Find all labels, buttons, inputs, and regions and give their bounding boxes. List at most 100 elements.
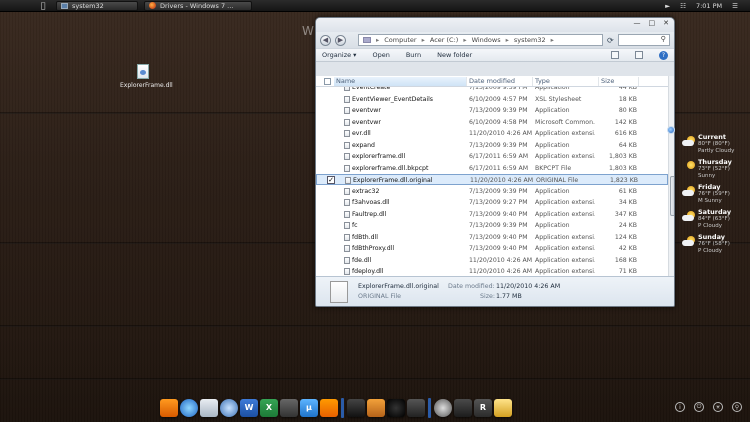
breadcrumb-drive[interactable]: Acer (C:) xyxy=(430,36,458,44)
preview-pane-icon[interactable] xyxy=(635,51,643,59)
disk-icon[interactable] xyxy=(387,399,405,417)
cell-type: XSL Stylesheet xyxy=(535,95,582,103)
table-row[interactable]: ✓ ExplorerFrame.dll.original 11/20/2010 4:… xyxy=(316,174,668,185)
maximize-icon[interactable]: □ xyxy=(649,19,656,27)
organize-button[interactable]: Organize ▾ xyxy=(322,51,356,59)
file-icon xyxy=(344,130,350,137)
explorer-window[interactable]: — □ ✕ ◀ ▶ ▸ Computer ▸ Acer (C:) ▸ Windo… xyxy=(315,17,675,307)
back-button[interactable]: ◀ xyxy=(320,34,331,46)
cell-date: 6/10/2009 4:57 PM xyxy=(469,95,528,103)
weather-day: Friday 76°F (59°F) M Sunny xyxy=(680,183,748,208)
media-icon[interactable] xyxy=(280,399,298,417)
scrollbar-thumb[interactable] xyxy=(670,176,674,216)
cell-size: 1,803 KB xyxy=(609,164,637,172)
table-row[interactable]: extrac32 7/13/2009 9:39 PM Application 61 K… xyxy=(316,186,668,197)
weather-condition: Partly Cloudy xyxy=(698,148,735,154)
partly-cloudy-icon xyxy=(682,136,696,146)
view-options-icon[interactable] xyxy=(611,51,619,59)
cell-size: 1,823 KB xyxy=(610,177,638,184)
burn-button[interactable]: Burn xyxy=(406,51,421,59)
column-size[interactable]: Size xyxy=(599,77,639,86)
breadcrumb-computer[interactable]: Computer xyxy=(384,36,416,44)
table-row[interactable]: expand 7/13/2009 9:39 PM Application 64 KB xyxy=(316,140,668,151)
forward-button[interactable]: ▶ xyxy=(335,34,346,46)
chrome-icon[interactable] xyxy=(220,399,238,417)
desktop-seam xyxy=(0,378,750,380)
table-row[interactable]: EventViewer_EventDetails 6/10/2009 4:57 P… xyxy=(316,94,668,105)
media-player-icon[interactable] xyxy=(347,399,365,417)
column-type[interactable]: Type xyxy=(533,77,599,86)
column-name[interactable]: Name xyxy=(334,77,467,86)
table-row[interactable]: explorerframe.dll.bkpcpt 6/17/2011 6:59 A… xyxy=(316,163,668,174)
power-icon[interactable]: ⏻ xyxy=(694,402,704,412)
cell-size: 124 KB xyxy=(614,233,637,241)
breadcrumb-system32[interactable]: system32 xyxy=(514,36,546,44)
brightness-icon[interactable]: ☀ xyxy=(713,402,723,412)
minimize-icon[interactable]: — xyxy=(634,19,641,27)
table-row[interactable]: fc 7/13/2009 9:39 PM Application 24 KB xyxy=(316,220,668,231)
taskbar-item-system32[interactable]: system32 xyxy=(56,0,138,11)
cell-size: 64 KB xyxy=(618,141,637,149)
menu-icon[interactable]: ☰ xyxy=(732,2,738,10)
start-orb-icon[interactable]:  xyxy=(36,1,50,10)
search-icon[interactable]: ⚲ xyxy=(732,402,742,412)
weather-gadget[interactable]: Current 80°F (80°F) Partly Cloudy Thursday 7… xyxy=(680,133,748,258)
table-row[interactable]: evr.dll 11/20/2010 4:26 AM Application ext… xyxy=(316,128,668,139)
table-row[interactable]: fdBth.dll 7/13/2009 9:40 PM Application ex… xyxy=(316,232,668,243)
rocketdock-icon[interactable]: R xyxy=(474,399,492,417)
new-folder-button[interactable]: New folder xyxy=(437,51,472,59)
select-all-checkbox[interactable] xyxy=(324,78,331,85)
file-icon xyxy=(344,153,350,160)
file-list-pane[interactable]: Name Date modified Type Size EventCreate… xyxy=(316,76,674,293)
camera-icon[interactable] xyxy=(407,399,425,417)
word-icon[interactable]: W xyxy=(240,399,258,417)
itunes-icon[interactable] xyxy=(434,399,452,417)
power-buttons: i ⏻ ☀ ⚲ xyxy=(675,402,742,412)
table-row[interactable]: fde.dll 11/20/2010 4:26 AM Application ext… xyxy=(316,255,668,266)
row-checkbox[interactable]: ✓ xyxy=(327,176,335,184)
details-size-label: Size: xyxy=(480,293,496,300)
table-row[interactable]: f3ahvoas.dll 7/13/2009 9:27 PM Application… xyxy=(316,197,668,208)
desktop-icon-explorerframe[interactable]: ExplorerFrame.dll xyxy=(120,64,173,89)
taskbar-item-firefox[interactable]: Drivers - Windows 7 ... xyxy=(144,0,252,11)
close-icon[interactable]: ✕ xyxy=(663,19,669,27)
search-input[interactable]: ⚲ xyxy=(617,34,670,46)
calculator-icon[interactable] xyxy=(454,399,472,417)
clock[interactable]: 7:01 PM xyxy=(696,2,722,10)
vlc-recycle-icon[interactable] xyxy=(160,399,178,417)
recycle-bin-icon[interactable] xyxy=(494,399,512,417)
breadcrumb-separator: ▸ xyxy=(550,36,554,44)
control-panel-icon[interactable] xyxy=(200,399,218,417)
vertical-scrollbar[interactable] xyxy=(668,76,674,293)
table-row[interactable]: eventvwr 6/10/2009 4:58 PM Microsoft Commo… xyxy=(316,117,668,128)
weather-day-name: Current xyxy=(698,133,726,141)
open-button[interactable]: Open xyxy=(372,51,389,59)
vlc-icon[interactable] xyxy=(320,399,338,417)
gadget-handle-icon[interactable] xyxy=(667,126,675,134)
table-row[interactable]: fdBthProxy.dll 7/13/2009 9:40 PM Applicati… xyxy=(316,243,668,254)
cell-type: Application xyxy=(535,187,570,195)
table-row[interactable]: explorerframe.dll 6/17/2011 6:59 AM Applic… xyxy=(316,151,668,162)
table-row[interactable]: EventCreate 7/13/2009 9:39 PM Application 4… xyxy=(316,87,668,93)
window-caption[interactable]: — □ ✕ xyxy=(316,18,674,32)
help-icon[interactable]: ? xyxy=(659,50,668,60)
weather-temp: 76°F (59°F) xyxy=(698,191,730,197)
refresh-icon[interactable]: ⟳ xyxy=(607,36,614,45)
tools-icon[interactable] xyxy=(367,399,385,417)
table-row[interactable]: eventvwr 7/13/2009 9:39 PM Application 80 K… xyxy=(316,105,668,116)
cell-date: 7/13/2009 9:40 PM xyxy=(469,233,528,241)
cell-size: 18 KB xyxy=(618,95,637,103)
column-date-modified[interactable]: Date modified xyxy=(467,77,533,86)
network-icon[interactable]: ☷ xyxy=(680,2,686,10)
breadcrumb[interactable]: ▸ Computer ▸ Acer (C:) ▸ Windows ▸ syste… xyxy=(358,34,603,46)
utorrent-icon[interactable]: µ xyxy=(300,399,318,417)
cell-name: Faultrep.dll xyxy=(352,210,387,218)
breadcrumb-windows[interactable]: Windows xyxy=(472,36,501,44)
info-icon[interactable]: i xyxy=(675,402,685,412)
table-row[interactable]: Faultrep.dll 7/13/2009 9:40 PM Application… xyxy=(316,209,668,220)
file-preview-icon xyxy=(330,281,348,303)
excel-icon[interactable]: X xyxy=(260,399,278,417)
ie-icon[interactable] xyxy=(180,399,198,417)
dll-file-icon xyxy=(137,64,149,79)
speaker-icon[interactable]: ► xyxy=(665,2,670,10)
